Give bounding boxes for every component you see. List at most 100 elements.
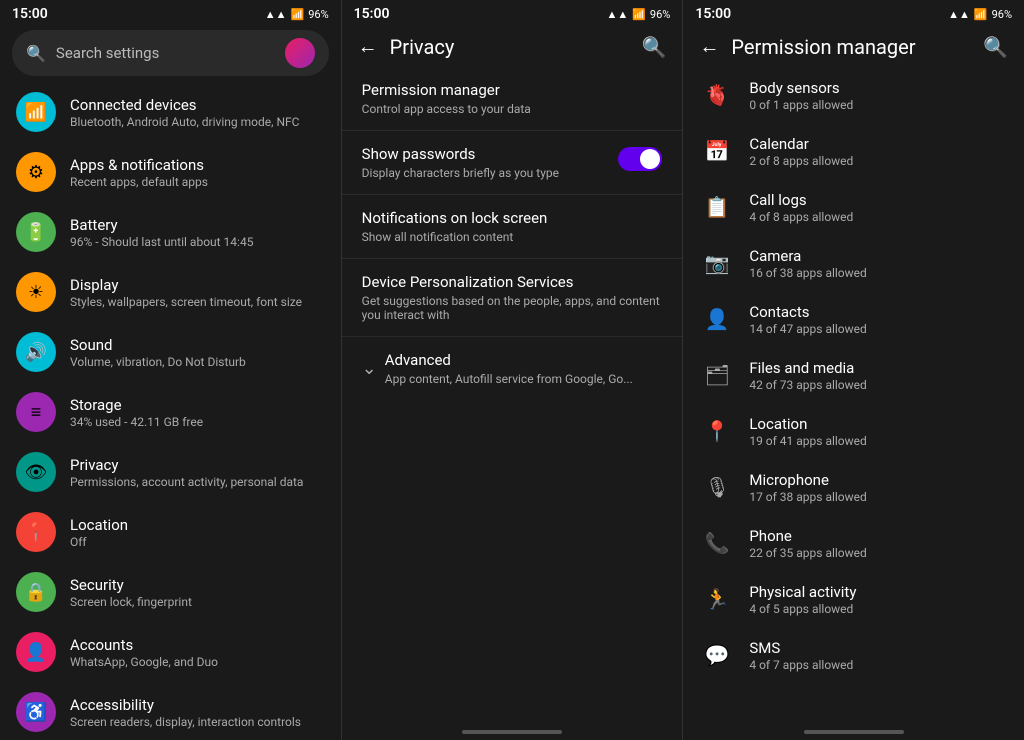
privacy-item[interactable]: Permission manager Control app access to… [342, 67, 683, 131]
item-subtitle: Styles, wallpapers, screen timeout, font… [70, 295, 325, 309]
item-icon: ⚙ [16, 152, 56, 192]
perm-title: Physical activity [749, 583, 1008, 601]
permission-item[interactable]: 📷 Camera 16 of 38 apps allowed [683, 235, 1024, 291]
settings-item[interactable]: ≡ Storage 34% used - 42.11 GB free [0, 382, 341, 442]
battery-1: 96% [308, 8, 328, 21]
search-placeholder[interactable]: Search settings [56, 44, 275, 62]
toggle-switch[interactable] [618, 147, 662, 171]
perm-icon: 📞 [699, 525, 735, 561]
perm-text: Physical activity 4 of 5 apps allowed [749, 583, 1008, 616]
permission-title: Permission manager [731, 35, 915, 59]
user-avatar [285, 38, 315, 68]
item-subtitle: Recent apps, default apps [70, 175, 325, 189]
perm-icon: 🏃 [699, 581, 735, 617]
status-bar-2: 15:00 ▲▲ 📶 96% [342, 0, 683, 26]
status-bar-3: 15:00 ▲▲ 📶 96% [683, 0, 1024, 26]
privacy-item-subtitle: Get suggestions based on the people, app… [362, 294, 663, 322]
chevron-down-icon: ⌄ [362, 358, 377, 379]
item-subtitle: Off [70, 535, 325, 549]
perm-header-left: ← Permission manager [699, 34, 915, 59]
perm-icon: 🎙 [699, 469, 735, 505]
settings-item[interactable]: 🔋 Battery 96% - Should last until about … [0, 202, 341, 262]
time-3: 15:00 [695, 6, 731, 22]
settings-item[interactable]: 📶 Connected devices Bluetooth, Android A… [0, 82, 341, 142]
permission-header: ← Permission manager 🔍 [683, 26, 1024, 67]
permission-item[interactable]: 🫀 Body sensors 0 of 1 apps allowed [683, 67, 1024, 123]
item-text: Connected devices Bluetooth, Android Aut… [70, 96, 325, 129]
settings-item[interactable]: 🔒 Security Screen lock, fingerprint [0, 562, 341, 622]
perm-text: Call logs 4 of 8 apps allowed [749, 191, 1008, 224]
privacy-item[interactable]: Notifications on lock screen Show all no… [342, 195, 683, 259]
privacy-item-subtitle: Show all notification content [362, 230, 663, 244]
signal-icon-2: 📶 [632, 8, 646, 21]
item-subtitle: Volume, vibration, Do Not Disturb [70, 355, 325, 369]
privacy-item-text: Show passwords Display characters briefl… [362, 145, 559, 180]
permission-item[interactable]: 📅 Calendar 2 of 8 apps allowed [683, 123, 1024, 179]
item-icon: 👁 [16, 452, 56, 492]
settings-item[interactable]: 🔊 Sound Volume, vibration, Do Not Distur… [0, 322, 341, 382]
home-indicator-3 [683, 724, 1024, 740]
perm-subtitle: 0 of 1 apps allowed [749, 98, 1008, 112]
item-text: Display Styles, wallpapers, screen timeo… [70, 276, 325, 309]
search-icon-privacy[interactable]: 🔍 [641, 35, 666, 59]
privacy-advanced-item[interactable]: ⌄ Advanced App content, Autofill service… [342, 337, 683, 400]
privacy-panel: 15:00 ▲▲ 📶 96% ← Privacy 🔍 Permission ma… [342, 0, 684, 740]
back-icon-perm[interactable]: ← [699, 34, 719, 59]
perm-title: SMS [749, 639, 1008, 657]
perm-title: Body sensors [749, 79, 1008, 97]
privacy-item-toggle[interactable]: Show passwords Display characters briefl… [342, 131, 683, 195]
perm-subtitle: 16 of 38 apps allowed [749, 266, 1008, 280]
item-icon: 🔋 [16, 212, 56, 252]
settings-item[interactable]: 👤 Accounts WhatsApp, Google, and Duo [0, 622, 341, 682]
item-text: Apps & notifications Recent apps, defaul… [70, 156, 325, 189]
back-icon[interactable]: ← [358, 34, 378, 59]
permission-item[interactable]: 🏃 Physical activity 4 of 5 apps allowed [683, 571, 1024, 627]
item-title: Apps & notifications [70, 156, 325, 174]
item-text: Location Off [70, 516, 325, 549]
perm-text: Files and media 42 of 73 apps allowed [749, 359, 1008, 392]
item-title: Location [70, 516, 325, 534]
perm-subtitle: 4 of 8 apps allowed [749, 210, 1008, 224]
perm-text: Location 19 of 41 apps allowed [749, 415, 1008, 448]
perm-text: Body sensors 0 of 1 apps allowed [749, 79, 1008, 112]
perm-title: Contacts [749, 303, 1008, 321]
item-title: Battery [70, 216, 325, 234]
perm-subtitle: 2 of 8 apps allowed [749, 154, 1008, 168]
privacy-title: Privacy [390, 35, 455, 59]
permission-item[interactable]: 🗂 Files and media 42 of 73 apps allowed [683, 347, 1024, 403]
settings-item[interactable]: ⚙ Apps & notifications Recent apps, defa… [0, 142, 341, 202]
permission-item[interactable]: 📋 Call logs 4 of 8 apps allowed [683, 179, 1024, 235]
search-bar[interactable]: 🔍 Search settings [12, 30, 329, 76]
search-icon-perm[interactable]: 🔍 [983, 35, 1008, 59]
perm-icon: 📋 [699, 189, 735, 225]
perm-title: Calendar [749, 135, 1008, 153]
perm-icon: 🫀 [699, 77, 735, 113]
permission-item[interactable]: 💬 SMS 4 of 7 apps allowed [683, 627, 1024, 683]
privacy-item[interactable]: Device Personalization Services Get sugg… [342, 259, 683, 337]
status-bar-1: 15:00 ▲▲ 📶 96% [0, 0, 341, 26]
settings-item[interactable]: ♿ Accessibility Screen readers, display,… [0, 682, 341, 740]
settings-item[interactable]: ☀ Display Styles, wallpapers, screen tim… [0, 262, 341, 322]
perm-title: Camera [749, 247, 1008, 265]
permission-item[interactable]: 🎙 Microphone 17 of 38 apps allowed [683, 459, 1024, 515]
privacy-list: Permission manager Control app access to… [342, 67, 683, 724]
permission-item[interactable]: 📞 Phone 22 of 35 apps allowed [683, 515, 1024, 571]
privacy-item-subtitle: Control app access to your data [362, 102, 663, 116]
item-title: Security [70, 576, 325, 594]
perm-subtitle: 14 of 47 apps allowed [749, 322, 1008, 336]
privacy-item-title: Show passwords [362, 145, 559, 163]
perm-title: Call logs [749, 191, 1008, 209]
perm-title: Phone [749, 527, 1008, 545]
advanced-text: Advanced App content, Autofill service f… [385, 351, 633, 386]
settings-item[interactable]: 📍 Location Off [0, 502, 341, 562]
settings-item[interactable]: 👁 Privacy Permissions, account activity,… [0, 442, 341, 502]
permission-item[interactable]: 👤 Contacts 14 of 47 apps allowed [683, 291, 1024, 347]
perm-icon: 🗂 [699, 357, 735, 393]
permission-item[interactable]: 📍 Location 19 of 41 apps allowed [683, 403, 1024, 459]
time-1: 15:00 [12, 6, 48, 22]
status-icons-3: ▲▲ 📶 96% [948, 8, 1012, 21]
signal-icon: 📶 [291, 8, 305, 21]
item-subtitle: Screen lock, fingerprint [70, 595, 325, 609]
item-subtitle: Screen readers, display, interaction con… [70, 715, 325, 729]
header-left: ← Privacy [358, 34, 455, 59]
